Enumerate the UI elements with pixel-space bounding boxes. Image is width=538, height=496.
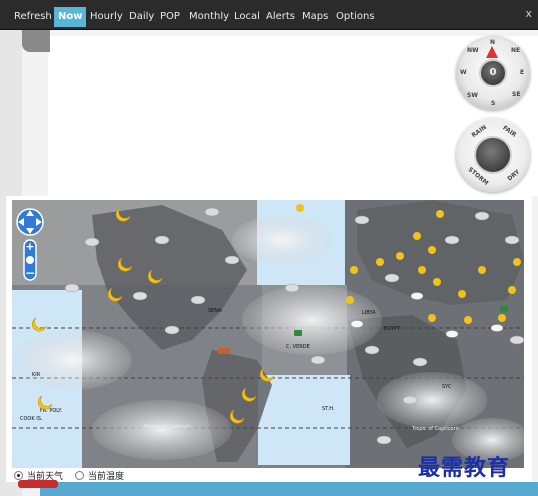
compass-needle-icon xyxy=(486,46,498,58)
radio-current-temp-label: 当前温度 xyxy=(88,471,125,482)
watermark-logo: 最需教育 xyxy=(418,455,511,481)
status-indicator xyxy=(18,480,58,488)
compass-value: 0 xyxy=(489,67,497,78)
panel-notch xyxy=(22,30,50,52)
menu-hourly[interactable]: Hourly xyxy=(86,7,127,27)
compass-dial[interactable]: N NE E SE S SW W NW 0 xyxy=(456,36,530,110)
compass-w: W xyxy=(460,69,467,76)
compass-center: 0 xyxy=(479,59,507,87)
menu-maps[interactable]: Maps xyxy=(298,7,332,27)
barometer-dial[interactable]: RAIN FAIR DRY STORM xyxy=(456,118,530,192)
weather-window: Refresh Now Hourly Daily POP Monthly Loc… xyxy=(0,0,538,496)
weather-map[interactable]: + − SENA C. VERDE EGYPT LIBYA SYC ST.H. … xyxy=(12,200,524,468)
compass-nw: NW xyxy=(467,47,479,54)
radio-current-weather[interactable] xyxy=(14,470,23,480)
menu-refresh[interactable]: Refresh xyxy=(10,7,56,27)
compass-ne: NE xyxy=(511,47,521,54)
status-bar xyxy=(40,482,538,496)
compass-sw: SW xyxy=(467,92,478,99)
close-icon[interactable]: x xyxy=(525,7,532,20)
menu-local[interactable]: Local xyxy=(230,7,264,27)
barometer-fair: FAIR xyxy=(501,124,518,139)
radio-current-temp[interactable] xyxy=(75,470,85,480)
compass-s: S xyxy=(491,100,496,107)
compass-e: E xyxy=(520,69,525,76)
menu-monthly[interactable]: Monthly xyxy=(185,7,233,27)
menu-daily[interactable]: Daily xyxy=(125,7,158,27)
weather-icons-layer xyxy=(31,204,524,445)
menu-bar: Refresh Now Hourly Daily POP Monthly Loc… xyxy=(0,0,538,30)
compass-n: N xyxy=(490,39,496,46)
menu-options[interactable]: Options xyxy=(332,7,379,27)
menu-pop[interactable]: POP xyxy=(156,7,184,27)
barometer-center xyxy=(474,136,512,174)
barometer-dry: DRY xyxy=(506,168,522,183)
menu-alerts[interactable]: Alerts xyxy=(262,7,299,27)
compass-se: SE xyxy=(512,91,521,98)
menu-now[interactable]: Now xyxy=(54,7,87,27)
